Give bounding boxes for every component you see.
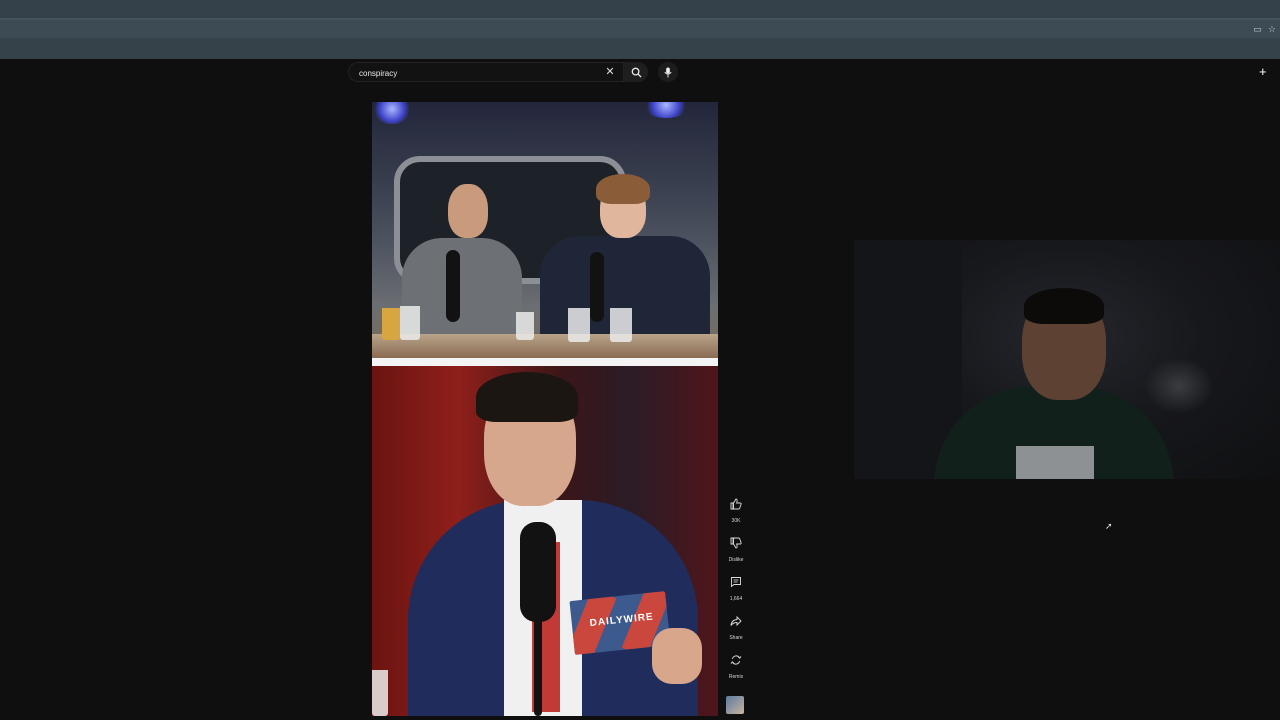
share-icon [730,615,742,627]
webcam-overlay [854,240,1280,479]
browser-tab-strip [0,0,1280,18]
stage-light [642,102,690,118]
cup [400,306,420,340]
share-label: Share [729,635,743,641]
cup [516,312,534,340]
podcast-mic [590,252,604,322]
desk [372,334,718,358]
webcam-equipment [1144,358,1214,414]
star-icon[interactable]: ☆ [1268,23,1276,35]
browser-bookmarks-bar [0,38,1280,59]
video-scene-bottom: DAILYWIRE [372,366,718,716]
cup [372,670,388,716]
share-button[interactable] [724,611,748,631]
like-button[interactable] [724,494,748,514]
shirt-print [1016,446,1094,479]
sound-thumbnail[interactable] [726,696,744,714]
comment-count: 1,664 [729,596,743,602]
search-input[interactable] [357,65,601,82]
podcast-mic [446,250,460,322]
microphone-icon [664,66,672,78]
cup [382,308,400,340]
video-scene-top [372,102,718,358]
remix-label: Remix [728,674,744,680]
comment-icon [731,577,741,588]
browser-address-bar[interactable] [0,20,1280,38]
cup [568,308,590,342]
dislike-label: Dislike [728,557,744,563]
search-box [348,62,624,82]
thumbs-down-icon [730,537,742,549]
comments-button[interactable] [724,572,748,592]
thumbs-up-icon [730,498,742,510]
create-button[interactable]: + [1259,65,1280,79]
plus-icon: + [1259,64,1267,79]
search-button[interactable] [624,62,648,82]
cup [610,308,632,342]
remix-icon [730,655,742,665]
host-hand [652,628,702,684]
remix-button[interactable] [724,650,748,670]
screen-share-icon[interactable]: ▭ [1253,23,1262,35]
short-video-player[interactable]: DAILYWIRE [372,102,718,716]
search-icon [631,67,642,78]
voice-search-button[interactable] [658,62,678,82]
video-divider [372,358,718,366]
podcast-mic [520,522,556,622]
mouse-cursor-icon: ➚ [1105,521,1113,531]
browser-toolbar-icons: ▭ ☆ [1253,23,1276,35]
clear-search-button[interactable]: ✕ [604,66,616,78]
close-icon: ✕ [605,66,615,78]
like-count: 30K [731,518,741,524]
stage-light [372,102,412,124]
mic-stand [534,616,542,716]
dislike-button[interactable] [724,533,748,553]
